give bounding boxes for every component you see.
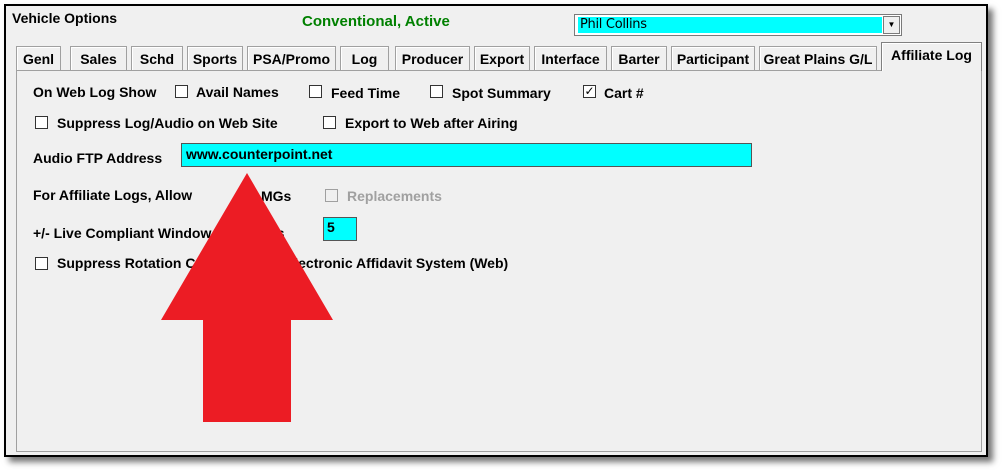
tab-affiliate-log[interactable]: Affiliate Log [881,42,982,71]
red-arrow-up-icon [161,173,333,422]
